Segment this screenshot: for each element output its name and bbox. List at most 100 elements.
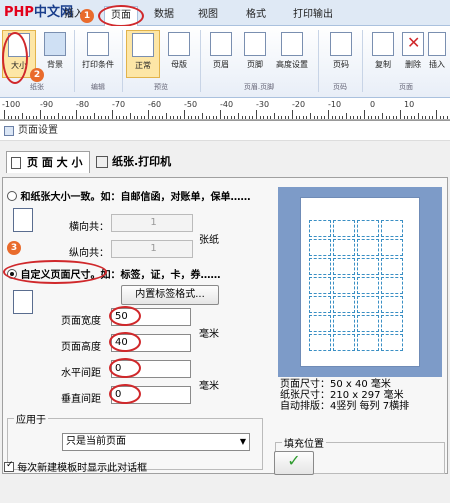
ruler-tick <box>126 116 128 119</box>
ok-button[interactable]: ✓ <box>274 451 314 475</box>
ruler-tick <box>295 116 297 119</box>
ruler-label: -70 <box>112 100 126 109</box>
ruler-tick <box>288 116 290 119</box>
preview-label-cell <box>309 258 331 275</box>
ruler-tick <box>148 110 149 119</box>
ruler-tick <box>281 116 283 119</box>
ruler-tick <box>61 116 63 119</box>
ruler-tick <box>122 116 124 119</box>
annotation-circle-h-gap <box>109 358 141 378</box>
fill-position-title: 填充位置 <box>282 435 326 450</box>
ruler-label: -100 <box>2 100 21 109</box>
annotation-circle-width <box>109 306 141 326</box>
ruler-tick <box>277 116 279 119</box>
copy-page-button[interactable]: 复制 <box>366 30 400 78</box>
vertical-count-field[interactable]: 1 <box>111 240 193 258</box>
page-number-button[interactable]: 页码 <box>324 30 358 78</box>
insert-page-button[interactable]: 插入 <box>424 30 450 78</box>
ruler-tick <box>191 116 193 119</box>
ruler-tick <box>446 116 448 119</box>
ruler-tick <box>407 116 409 119</box>
apply-to-title: 应用于 <box>14 411 48 426</box>
ruler-tick <box>313 116 315 119</box>
tab-print-output[interactable]: 打印输出 <box>286 6 340 26</box>
ruler-tick <box>7 116 9 119</box>
master-button[interactable]: 母版 <box>162 30 196 78</box>
ruler-tick <box>11 116 13 119</box>
ruler-tick <box>414 116 416 119</box>
ruler-tick <box>79 116 81 119</box>
show-on-new-template-option[interactable]: ✓ 每次新建模板时显示此对话框 <box>4 459 147 474</box>
ruler-tick <box>65 116 67 119</box>
preview-label-cell <box>357 258 379 275</box>
ruler-tick <box>364 110 365 119</box>
annotation-circle-page-tab <box>98 5 144 27</box>
tab-format[interactable]: 格式 <box>238 6 274 26</box>
preview-label-cell <box>309 239 331 256</box>
page-number-icon <box>330 32 352 56</box>
ruler-tick <box>166 113 167 119</box>
tab-view[interactable]: 视图 <box>190 6 226 26</box>
header-button[interactable]: 页眉 <box>204 30 238 78</box>
ruler-tick <box>198 116 200 119</box>
ruler-tick <box>389 116 391 119</box>
annotation-step-2: 2 <box>30 68 44 82</box>
ruler-tick <box>94 113 95 119</box>
ruler-tick <box>137 116 139 119</box>
ruler-label: 10 <box>404 100 415 109</box>
ruler-tick <box>4 110 5 119</box>
footer-button[interactable]: 页脚 <box>238 30 272 78</box>
ruler-tick <box>130 113 131 119</box>
ruler-label: -10 <box>328 100 342 109</box>
print-condition-button[interactable]: 打印条件 <box>78 30 118 78</box>
group-label-header-footer: 页眉.页脚 <box>243 83 275 91</box>
ruler-tick <box>263 116 265 119</box>
ruler-tick <box>374 116 376 119</box>
radio-same-as-paper[interactable] <box>7 191 17 201</box>
apply-to-select[interactable]: 只是当前页面 ▼ <box>62 433 250 451</box>
ruler-tick <box>184 110 185 119</box>
preview-label-cell <box>309 334 331 351</box>
ruler-label: -90 <box>40 100 54 109</box>
ruler-tick <box>176 116 178 119</box>
page-height-label: 页面高度 <box>61 342 101 353</box>
ruler-tick <box>90 116 92 119</box>
ruler-tick <box>144 116 146 119</box>
horizontal-ruler: -100 -90 -80 -70 -60 -50 -40 -30 -20 -10… <box>0 98 450 120</box>
ribbon-tab-bar: PHP中文网 插入 页面 数据 视图 格式 打印输出 1 <box>0 0 450 27</box>
ruler-tick <box>378 116 380 119</box>
ruler-label: -40 <box>220 100 234 109</box>
option-same-as-paper[interactable]: 和纸张大小一致。如：自邮信函，对账单，保单…… <box>7 188 250 203</box>
ruler-label: -30 <box>256 100 270 109</box>
checkmark-icon: ✓ <box>287 451 301 470</box>
ruler-tick <box>22 113 23 119</box>
printer-icon <box>96 156 108 168</box>
tab-data[interactable]: 数据 <box>146 6 182 26</box>
ruler-tick <box>310 113 311 119</box>
builtin-label-format-button[interactable]: 内置标签格式... <box>121 285 219 305</box>
ruler-tick <box>421 116 423 119</box>
ruler-tick <box>25 116 27 119</box>
ruler-tick <box>58 113 59 119</box>
ruler-tick <box>227 116 229 119</box>
ruler-tick <box>140 116 142 119</box>
preview-label-cell <box>381 315 403 332</box>
ruler-tick <box>101 116 103 119</box>
count-unit-label: 张纸 <box>199 235 219 246</box>
checkbox[interactable]: ✓ <box>4 460 14 472</box>
preview-label-cell <box>333 258 355 275</box>
ruler-tick <box>353 116 355 119</box>
horizontal-count-field[interactable]: 1 <box>111 214 193 232</box>
tab-page-size[interactable]: 页 面 大 小 <box>6 151 90 173</box>
preview-label-cell <box>309 220 331 237</box>
printer-icon <box>87 32 109 56</box>
insert-page-icon <box>428 32 446 56</box>
ruler-tick <box>302 116 304 119</box>
preview-label-cell <box>333 239 355 256</box>
ruler-tick <box>40 110 41 119</box>
height-setting-button[interactable]: 高度设置 <box>272 30 312 78</box>
ruler-tick <box>324 116 326 119</box>
normal-view-button[interactable]: 正常 <box>126 30 160 78</box>
tab-paper-printer[interactable]: 纸张.打印机 <box>92 151 192 173</box>
ruler-tick <box>396 116 398 119</box>
